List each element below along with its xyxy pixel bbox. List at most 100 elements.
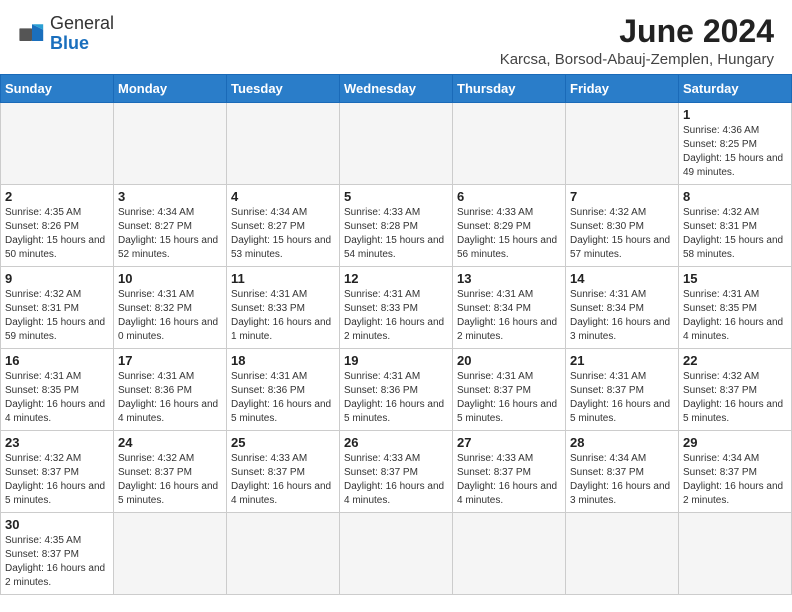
calendar-cell: 20Sunrise: 4:31 AM Sunset: 8:37 PM Dayli… <box>453 349 566 431</box>
day-number: 3 <box>118 189 222 204</box>
weekday-header-saturday: Saturday <box>679 75 792 103</box>
weekday-header-sunday: Sunday <box>1 75 114 103</box>
calendar-cell: 15 Sunrise: 4:31 AM Sunset: 8:35 PM Dayli… <box>679 267 792 349</box>
day-number: 13 <box>457 271 561 286</box>
calendar-cell: 17Sunrise: 4:31 AM Sunset: 8:36 PM Dayli… <box>114 349 227 431</box>
day-number: 8 <box>683 189 787 204</box>
title-area: June 2024 Karcsa, Borsod-Abauj-Zemplen, … <box>500 14 774 68</box>
day-info: Sunrise: 4:31 AM Sunset: 8:37 PM Dayligh… <box>570 370 674 426</box>
day-info: Sunrise: 4:33 AM Sunset: 8:37 PM Dayligh… <box>457 452 561 508</box>
day-number: 7 <box>570 189 674 204</box>
day-info: Sunrise: 4:31 AM Sunset: 8:36 PM Dayligh… <box>344 370 448 426</box>
day-info: Sunrise: 4:34 AM Sunset: 8:27 PM Dayligh… <box>231 206 335 262</box>
calendar-cell: 14 Sunrise: 4:31 AM Sunset: 8:34 PM Dayli… <box>566 267 679 349</box>
calendar-cell: 29 Sunrise: 4:34 AM Sunset: 8:37 PM Dayli… <box>679 431 792 513</box>
weekday-header-monday: Monday <box>114 75 227 103</box>
day-info: Sunrise: 4:32 AM Sunset: 8:31 PM Dayligh… <box>5 288 109 344</box>
day-number: 12 <box>344 271 448 286</box>
calendar-cell: 10Sunrise: 4:31 AM Sunset: 8:32 PM Dayli… <box>114 267 227 349</box>
day-info: Sunrise: 4:32 AM Sunset: 8:31 PM Dayligh… <box>683 206 787 262</box>
day-info: Sunrise: 4:32 AM Sunset: 8:30 PM Dayligh… <box>570 206 674 262</box>
day-info: Sunrise: 4:31 AM Sunset: 8:35 PM Dayligh… <box>683 288 787 344</box>
day-number: 22 <box>683 353 787 368</box>
day-info: Sunrise: 4:34 AM Sunset: 8:37 PM Dayligh… <box>683 452 787 508</box>
day-number: 21 <box>570 353 674 368</box>
day-number: 18 <box>231 353 335 368</box>
day-info: Sunrise: 4:31 AM Sunset: 8:33 PM Dayligh… <box>344 288 448 344</box>
calendar-cell: 12 Sunrise: 4:31 AM Sunset: 8:33 PM Dayli… <box>340 267 453 349</box>
day-info: Sunrise: 4:34 AM Sunset: 8:37 PM Dayligh… <box>570 452 674 508</box>
calendar-week-row: 2Sunrise: 4:35 AM Sunset: 8:26 PM Daylig… <box>1 185 792 267</box>
calendar-cell: 13 Sunrise: 4:31 AM Sunset: 8:34 PM Dayli… <box>453 267 566 349</box>
day-info: Sunrise: 4:34 AM Sunset: 8:27 PM Dayligh… <box>118 206 222 262</box>
day-number: 29 <box>683 435 787 450</box>
day-info: Sunrise: 4:31 AM Sunset: 8:34 PM Dayligh… <box>457 288 561 344</box>
weekday-header-wednesday: Wednesday <box>340 75 453 103</box>
calendar-header: SundayMondayTuesdayWednesdayThursdayFrid… <box>1 75 792 103</box>
day-info: Sunrise: 4:31 AM Sunset: 8:32 PM Dayligh… <box>118 288 222 344</box>
calendar-cell: 23 Sunrise: 4:32 AM Sunset: 8:37 PM Dayli… <box>1 431 114 513</box>
day-number: 9 <box>5 271 109 286</box>
day-number: 6 <box>457 189 561 204</box>
day-number: 26 <box>344 435 448 450</box>
logo: General Blue <box>18 14 114 54</box>
day-info: Sunrise: 4:36 AM Sunset: 8:25 PM Dayligh… <box>683 124 787 180</box>
weekday-header-row: SundayMondayTuesdayWednesdayThursdayFrid… <box>1 75 792 103</box>
day-number: 11 <box>231 271 335 286</box>
calendar-cell: 27 Sunrise: 4:33 AM Sunset: 8:37 PM Dayli… <box>453 431 566 513</box>
calendar-cell <box>227 513 340 595</box>
calendar-cell: 24Sunrise: 4:32 AM Sunset: 8:37 PM Dayli… <box>114 431 227 513</box>
day-info: Sunrise: 4:35 AM Sunset: 8:37 PM Dayligh… <box>5 534 109 590</box>
day-info: Sunrise: 4:33 AM Sunset: 8:37 PM Dayligh… <box>231 452 335 508</box>
logo-text: General Blue <box>50 14 114 54</box>
logo-icon <box>18 20 46 48</box>
day-number: 14 <box>570 271 674 286</box>
calendar-cell: 7 Sunrise: 4:32 AM Sunset: 8:30 PM Daylig… <box>566 185 679 267</box>
weekday-header-tuesday: Tuesday <box>227 75 340 103</box>
day-info: Sunrise: 4:32 AM Sunset: 8:37 PM Dayligh… <box>5 452 109 508</box>
calendar-table: SundayMondayTuesdayWednesdayThursdayFrid… <box>0 74 792 595</box>
calendar-week-row: 9 Sunrise: 4:32 AM Sunset: 8:31 PM Daylig… <box>1 267 792 349</box>
calendar-body: 1 Sunrise: 4:36 AM Sunset: 8:25 PM Daylig… <box>1 103 792 595</box>
calendar-cell: 5Sunrise: 4:33 AM Sunset: 8:28 PM Daylig… <box>340 185 453 267</box>
day-number: 19 <box>344 353 448 368</box>
day-number: 16 <box>5 353 109 368</box>
calendar-cell: 1 Sunrise: 4:36 AM Sunset: 8:25 PM Daylig… <box>679 103 792 185</box>
day-info: Sunrise: 4:31 AM Sunset: 8:33 PM Dayligh… <box>231 288 335 344</box>
calendar-cell: 18 Sunrise: 4:31 AM Sunset: 8:36 PM Dayli… <box>227 349 340 431</box>
calendar-week-row: 23 Sunrise: 4:32 AM Sunset: 8:37 PM Dayli… <box>1 431 792 513</box>
weekday-header-thursday: Thursday <box>453 75 566 103</box>
day-number: 1 <box>683 107 787 122</box>
day-number: 27 <box>457 435 561 450</box>
day-number: 15 <box>683 271 787 286</box>
calendar-cell <box>453 103 566 185</box>
calendar-cell: 30 Sunrise: 4:35 AM Sunset: 8:37 PM Dayli… <box>1 513 114 595</box>
day-info: Sunrise: 4:33 AM Sunset: 8:37 PM Dayligh… <box>344 452 448 508</box>
calendar-week-row: 16Sunrise: 4:31 AM Sunset: 8:35 PM Dayli… <box>1 349 792 431</box>
calendar-cell <box>453 513 566 595</box>
logo-general: General <box>50 14 114 34</box>
calendar-cell: 11 Sunrise: 4:31 AM Sunset: 8:33 PM Dayli… <box>227 267 340 349</box>
calendar-cell: 4 Sunrise: 4:34 AM Sunset: 8:27 PM Daylig… <box>227 185 340 267</box>
calendar-cell <box>114 513 227 595</box>
day-info: Sunrise: 4:33 AM Sunset: 8:28 PM Dayligh… <box>344 206 448 262</box>
day-info: Sunrise: 4:31 AM Sunset: 8:34 PM Dayligh… <box>570 288 674 344</box>
day-number: 4 <box>231 189 335 204</box>
day-number: 2 <box>5 189 109 204</box>
day-number: 17 <box>118 353 222 368</box>
calendar-cell: 25Sunrise: 4:33 AM Sunset: 8:37 PM Dayli… <box>227 431 340 513</box>
calendar-cell: 22Sunrise: 4:32 AM Sunset: 8:37 PM Dayli… <box>679 349 792 431</box>
calendar-cell: 2Sunrise: 4:35 AM Sunset: 8:26 PM Daylig… <box>1 185 114 267</box>
day-number: 23 <box>5 435 109 450</box>
calendar-cell <box>227 103 340 185</box>
calendar-cell <box>679 513 792 595</box>
calendar-cell: 19 Sunrise: 4:31 AM Sunset: 8:36 PM Dayli… <box>340 349 453 431</box>
calendar-week-row: 1 Sunrise: 4:36 AM Sunset: 8:25 PM Daylig… <box>1 103 792 185</box>
day-number: 20 <box>457 353 561 368</box>
calendar-cell <box>566 103 679 185</box>
day-info: Sunrise: 4:31 AM Sunset: 8:36 PM Dayligh… <box>231 370 335 426</box>
calendar-cell: 16Sunrise: 4:31 AM Sunset: 8:35 PM Dayli… <box>1 349 114 431</box>
calendar-cell: 3 Sunrise: 4:34 AM Sunset: 8:27 PM Daylig… <box>114 185 227 267</box>
calendar-title: June 2024 <box>500 14 774 49</box>
day-number: 30 <box>5 517 109 532</box>
